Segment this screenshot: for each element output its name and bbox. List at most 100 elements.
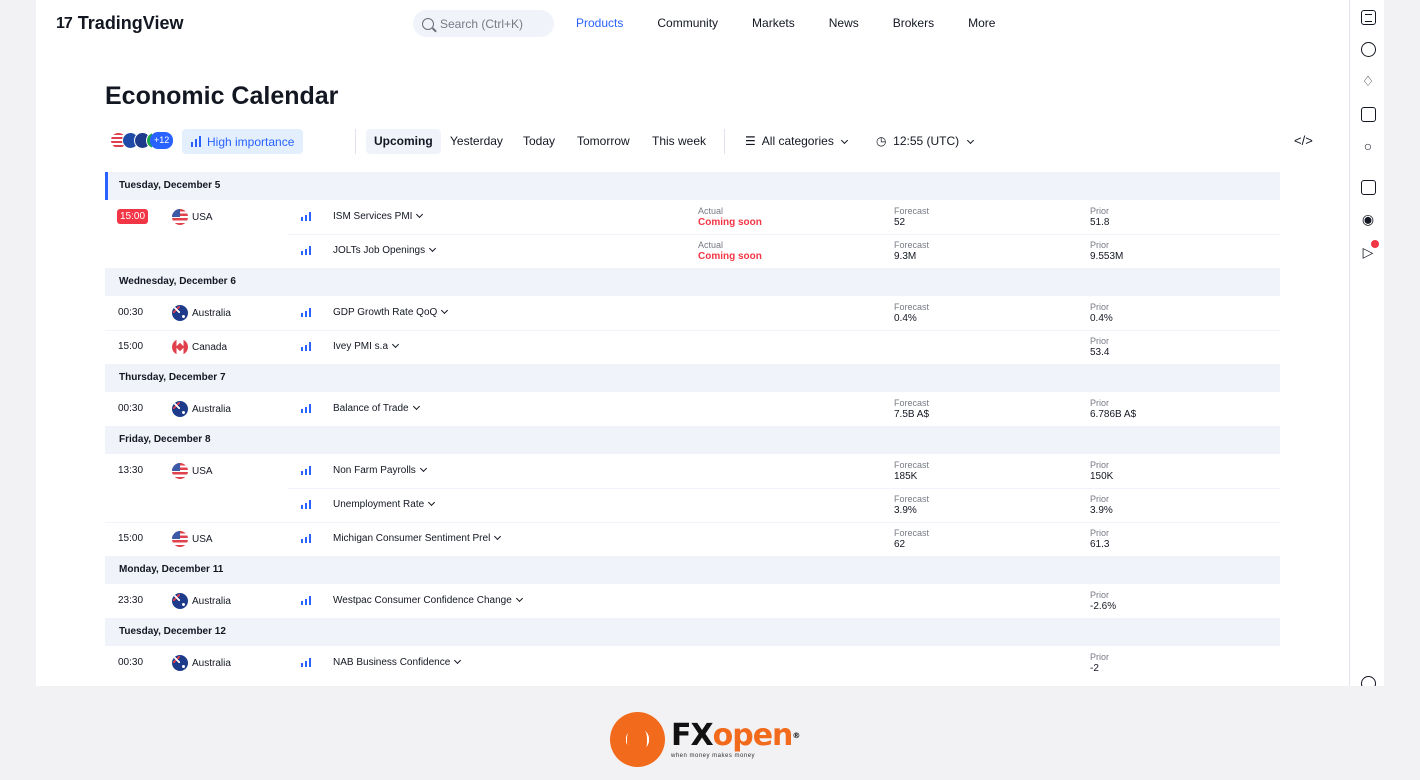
- categories-dropdown[interactable]: ☰ All categories: [745, 129, 849, 154]
- event-name[interactable]: Westpac Consumer Confidence Change: [333, 594, 523, 606]
- events-table: Tuesday, December 5 15:00 USA ISM Services …: [105, 172, 1280, 680]
- event-row[interactable]: 15:00 USA ISM Services PMI Actual Coming soo…: [105, 200, 1280, 234]
- nav-item-more[interactable]: More: [968, 16, 995, 30]
- event-name[interactable]: Balance of Trade: [333, 402, 420, 414]
- fxopen-brand: FXopen® when money makes money: [610, 712, 800, 767]
- event-name[interactable]: Ivey PMI s.a: [333, 340, 400, 352]
- event-row[interactable]: Unemployment Rate Forecast 3.9% Prior 3.9%: [105, 488, 1280, 522]
- tab-this-week[interactable]: This week: [652, 129, 706, 154]
- flag-us-icon: [172, 463, 188, 479]
- event-row[interactable]: 00:30 Australia NAB Business Confidence Pri…: [105, 646, 1280, 680]
- event-name[interactable]: JOLTs Job Openings: [333, 244, 437, 256]
- chevron-down-icon: [428, 498, 436, 507]
- timezone-dropdown[interactable]: ◷ 12:55 (UTC): [876, 129, 974, 154]
- event-name[interactable]: ISM Services PMI: [333, 210, 424, 222]
- country-label: USA: [192, 465, 213, 477]
- help-icon[interactable]: [1359, 674, 1377, 686]
- forecast-value: 3.9%: [894, 505, 917, 516]
- calendar-icon[interactable]: [1359, 105, 1377, 123]
- forecast-label: Forecast: [894, 460, 930, 470]
- event-name-label: GDP Growth Rate QoQ: [333, 307, 438, 318]
- event-time: 23:30: [118, 595, 144, 606]
- chat-icon[interactable]: [1359, 178, 1377, 196]
- search-input[interactable]: Search (Ctrl+K): [413, 10, 554, 37]
- watchlist-icon[interactable]: [1359, 8, 1377, 26]
- brand-tagline: when money makes money: [671, 752, 756, 759]
- importance-icon: [301, 246, 311, 255]
- importance-icon: [301, 404, 311, 413]
- event-row[interactable]: 00:30 Australia GDP Growth Rate QoQ Forecas…: [105, 296, 1280, 330]
- flag-au-icon: [172, 593, 188, 609]
- event-row[interactable]: 15:00 Canada Ivey PMI s.a Prior 53.4: [105, 330, 1280, 364]
- date-header: Tuesday, December 5: [105, 172, 1280, 200]
- high-importance-filter[interactable]: High importance: [182, 129, 304, 154]
- logo-text: TradingView: [77, 13, 184, 33]
- chevron-down-icon: [441, 306, 449, 315]
- prior-value: 51.8: [1090, 217, 1110, 228]
- prior-label: Prior: [1090, 302, 1110, 312]
- prior-label: Prior: [1090, 460, 1110, 470]
- event-time: 13:30: [118, 465, 144, 476]
- event-row[interactable]: JOLTs Job Openings Actual Coming soon Forec…: [105, 234, 1280, 268]
- event-name-label: NAB Business Confidence: [333, 657, 451, 668]
- actual-label: Actual: [698, 206, 724, 216]
- nav-item-products[interactable]: Products: [576, 16, 623, 30]
- more-countries-badge[interactable]: +12: [150, 132, 174, 149]
- notification-dot: [1371, 240, 1379, 248]
- country-label: Canada: [192, 341, 228, 353]
- prior-label: Prior: [1090, 528, 1110, 538]
- event-name-label: Unemployment Rate: [333, 499, 425, 510]
- nav-item-news[interactable]: News: [829, 16, 859, 30]
- event-name[interactable]: Non Farm Payrolls: [333, 464, 427, 476]
- logo-mark-icon: 17: [56, 14, 73, 32]
- tab-tomorrow[interactable]: Tomorrow: [577, 129, 630, 154]
- prior-cell: Prior 3.9%: [1090, 493, 1113, 517]
- search-icon: [422, 17, 434, 30]
- chevron-down-icon: [841, 136, 849, 145]
- ideas-icon[interactable]: ○: [1359, 137, 1377, 155]
- date-header: Friday, December 8: [105, 426, 1280, 454]
- nav-item-brokers[interactable]: Brokers: [893, 16, 934, 30]
- brand-open: open: [712, 717, 794, 753]
- importance-icon: [301, 500, 311, 509]
- nav-item-community[interactable]: Community: [657, 16, 718, 30]
- event-name[interactable]: Michigan Consumer Sentiment Prel: [333, 532, 502, 544]
- alert-clock-icon[interactable]: [1359, 40, 1377, 58]
- event-country: Australia: [172, 593, 231, 609]
- country-label: Australia: [192, 657, 231, 669]
- prior-value: 150K: [1090, 471, 1114, 482]
- embed-code-icon[interactable]: </>: [1294, 133, 1313, 148]
- event-name[interactable]: Unemployment Rate: [333, 498, 436, 510]
- event-row[interactable]: 13:30 USA Non Farm Payrolls Forecast 185K Pri…: [105, 454, 1280, 488]
- event-name-label: Non Farm Payrolls: [333, 465, 416, 476]
- brand-name: FXopen®: [671, 717, 800, 753]
- forecast-label: Forecast: [894, 528, 930, 538]
- prior-cell: Prior 0.4%: [1090, 301, 1113, 325]
- event-row[interactable]: 23:30 Australia Westpac Consumer Confidenc…: [105, 584, 1280, 618]
- streams-icon[interactable]: ◉: [1359, 210, 1377, 228]
- forecast-label: Forecast: [894, 494, 930, 504]
- event-country: Australia: [172, 305, 231, 321]
- forecast-value: 52: [894, 217, 906, 228]
- tab-upcoming[interactable]: Upcoming: [366, 129, 441, 154]
- tradingview-logo[interactable]: 17 TradingView: [56, 13, 184, 34]
- page-title: Economic Calendar: [105, 82, 339, 110]
- chevron-down-icon: [419, 464, 427, 473]
- event-name[interactable]: NAB Business Confidence: [333, 656, 462, 668]
- hotlist-icon[interactable]: ♢: [1359, 72, 1377, 90]
- importance-icon: [191, 135, 201, 147]
- nav-item-markets[interactable]: Markets: [752, 16, 795, 30]
- event-row[interactable]: 00:30 Australia Balance of Trade Forecast 7.…: [105, 392, 1280, 426]
- event-country: Australia: [172, 401, 231, 417]
- importance-icon: [301, 466, 311, 475]
- importance-icon: [301, 342, 311, 351]
- forecast-cell: Forecast 0.4%: [894, 301, 929, 325]
- forecast-value: 7.5B A$: [894, 409, 930, 420]
- event-row[interactable]: 15:00 USA Michigan Consumer Sentiment Prel…: [105, 522, 1280, 556]
- tab-today[interactable]: Today: [523, 129, 555, 154]
- event-name[interactable]: GDP Growth Rate QoQ: [333, 306, 449, 318]
- top-nav: Products Community Markets News Brokers More: [576, 16, 1029, 30]
- tab-yesterday[interactable]: Yesterday: [450, 129, 503, 154]
- chevron-down-icon: [391, 340, 400, 349]
- actual-value: Coming soon: [698, 251, 762, 262]
